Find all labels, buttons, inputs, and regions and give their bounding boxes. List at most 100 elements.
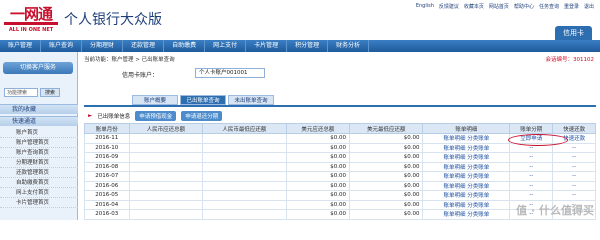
cell-detail-link[interactable]: 账单明细 分类账单 (422, 142, 511, 153)
cell-detail-link[interactable]: 账单明细 分类账单 (422, 133, 511, 144)
col-usd-min: 美元最低应还额 (348, 123, 424, 134)
cell-rmb-min (202, 161, 287, 172)
cell-rmb-min (202, 199, 287, 210)
cell-rmb-min (202, 209, 287, 220)
cell-rmb-total (128, 180, 204, 191)
cell-detail-link[interactable]: 账单明细 分类账单 (422, 180, 511, 191)
cell-usd-min: $0.00 (348, 209, 424, 220)
cell-usd-total: $0.00 (285, 133, 350, 144)
breadcrumb: 当前功能：账户管理 > 已出账单查询 (84, 57, 175, 63)
cell-repay[interactable]: -- (552, 161, 596, 172)
cell-usd-min: $0.00 (348, 161, 424, 172)
nav-finance[interactable]: 财务分析 (328, 40, 370, 52)
link-logout[interactable]: 退出 (584, 3, 594, 10)
sidebar-group-favorites[interactable]: 我的收藏 (0, 104, 78, 114)
cell-rmb-total (128, 199, 204, 210)
sidebar-item[interactable]: 账户管理首页 (0, 138, 78, 148)
search-input[interactable]: 功能搜索 (4, 88, 38, 97)
logo-sub: ALL IN ONE NET (8, 27, 54, 33)
top-nav: 账户管理 账户查询 分期理财 还款管理 自助缴费 网上支付 卡片管理 积分管理 … (0, 40, 600, 52)
col-detail: 账单明细 (422, 123, 511, 134)
cell-usd-min: $0.00 (348, 180, 424, 191)
link-home[interactable]: 网站首页 (489, 3, 509, 10)
cell-usd-total: $0.00 (285, 161, 350, 172)
cell-rmb-min (202, 180, 287, 191)
table-row: 2016-07 $0.00 $0.00 账单明细 分类账单 -- -- (84, 171, 596, 182)
sidebar-item[interactable]: 账户首页 (0, 128, 78, 138)
cell-repay[interactable]: -- (552, 190, 596, 201)
cell-detail-link[interactable]: 账单明细 分类账单 (422, 171, 511, 182)
nav-points[interactable]: 积分管理 (287, 40, 329, 52)
search-button[interactable]: 搜索 (40, 88, 60, 97)
link-help[interactable]: 帮助中心 (514, 3, 534, 10)
cell-installment[interactable]: -- (509, 180, 554, 191)
cell-detail-link[interactable]: 账单明细 分类账单 (422, 190, 511, 201)
cell-detail-link[interactable]: 账单明细 分类账单 (422, 152, 511, 163)
cell-rmb-min (202, 142, 287, 153)
cell-repay[interactable]: -- (552, 180, 596, 191)
col-repay: 快速还款 (552, 123, 596, 134)
nav-bill-pay[interactable]: 自助缴费 (164, 40, 206, 52)
cell-detail-link[interactable]: 账单明细 分类账单 (422, 161, 511, 172)
nav-account-query[interactable]: 账户查询 (41, 40, 83, 52)
cash-advance-button[interactable]: 申请预借现金 (135, 111, 177, 121)
refund-installment-button[interactable]: 申请退还分期 (181, 111, 223, 121)
watermark: 值 · 什么值得买 (516, 204, 594, 217)
cell-rmb-min (202, 190, 287, 201)
nav-repay[interactable]: 还款管理 (123, 40, 165, 52)
cell-rmb-total (128, 152, 204, 163)
switch-service-button[interactable]: 切换客户服务 (3, 62, 73, 74)
link-feedback[interactable]: 反馈建议 (439, 3, 459, 10)
nav-card-manage[interactable]: 卡片管理 (246, 40, 288, 52)
cell-installment[interactable]: -- (509, 161, 554, 172)
cell-rmb-total (128, 171, 204, 182)
nav-account-manage[interactable]: 账户管理 (0, 40, 42, 52)
cell-usd-total: $0.00 (285, 152, 350, 163)
sidebar-item[interactable]: 自助缴费首页 (0, 178, 78, 188)
tab-billed[interactable]: 已出账单查询 (180, 95, 226, 105)
cell-month: 2016-09 (84, 152, 130, 163)
sub-label: 已出账单信息 (97, 114, 131, 120)
link-tasks[interactable]: 任务查询 (539, 3, 559, 10)
cell-usd-total: $0.00 (285, 190, 350, 201)
table-row: 2016-08 $0.00 $0.00 账单明细 分类账单 -- -- (84, 161, 596, 172)
tab-summary[interactable]: 账户概要 (132, 95, 178, 105)
table-header: 账单月份 人民币应还总额 人民币最低应还额 美元应还总额 美元最低应还额 账单明… (84, 123, 596, 134)
tab-unbilled[interactable]: 未出账单查询 (228, 95, 274, 105)
account-select[interactable]: 个人卡账户001001 (195, 68, 265, 78)
cell-usd-total: $0.00 (285, 209, 350, 220)
nav-online-pay[interactable]: 网上支付 (205, 40, 247, 52)
cell-month: 2016-11 (84, 133, 130, 144)
cell-rmb-total (128, 161, 204, 172)
cell-month: 2016-05 (84, 190, 130, 201)
table-row: 2016-06 $0.00 $0.00 账单明细 分类账单 -- -- (84, 180, 596, 191)
col-rmb-min: 人民币最低应还额 (202, 123, 287, 134)
credit-card-tab[interactable]: 信用卡 (555, 26, 592, 40)
cell-usd-total: $0.00 (285, 180, 350, 191)
cell-repay[interactable]: -- (552, 152, 596, 163)
cell-usd-min: $0.00 (348, 199, 424, 210)
col-month: 账单月份 (84, 123, 130, 134)
app-title: 个人银行大众版 (64, 12, 162, 28)
logo[interactable]: 一网通 ALL IN ONE NET (4, 3, 58, 37)
sidebar-item[interactable]: 还款管理首页 (0, 168, 78, 178)
sidebar-group-quick[interactable]: 快速通道 (0, 116, 78, 126)
sidebar-item[interactable]: 网上支付首页 (0, 188, 78, 198)
sidebar-item[interactable]: 账户查询首页 (0, 148, 78, 158)
link-english[interactable]: English (416, 3, 434, 10)
cell-detail-link[interactable]: 账单明细 分类账单 (422, 209, 511, 220)
main-content: 当前功能：账户管理 > 已出账单查询 会话编号：301102 信用卡账户： 个人… (80, 52, 600, 220)
cell-repay[interactable]: -- (552, 171, 596, 182)
cell-installment[interactable]: -- (509, 152, 554, 163)
sidebar: 切换客户服务 功能搜索 搜索 我的收藏 快速通道 账户首页 账户管理首页 账户查… (0, 52, 78, 220)
link-favorite[interactable]: 收藏本页 (464, 3, 484, 10)
sidebar-item[interactable]: 分期理财首页 (0, 158, 78, 168)
link-relogin[interactable]: 重登录 (564, 3, 579, 10)
sidebar-item[interactable]: 卡片管理首页 (0, 198, 78, 208)
cell-installment[interactable]: -- (509, 171, 554, 182)
nav-installment[interactable]: 分期理财 (82, 40, 124, 52)
cell-detail-link[interactable]: 账单明细 分类账单 (422, 199, 511, 210)
cell-repay[interactable]: -- (552, 142, 596, 153)
cell-installment[interactable]: -- (509, 190, 554, 201)
account-label: 信用卡账户： (122, 72, 159, 79)
